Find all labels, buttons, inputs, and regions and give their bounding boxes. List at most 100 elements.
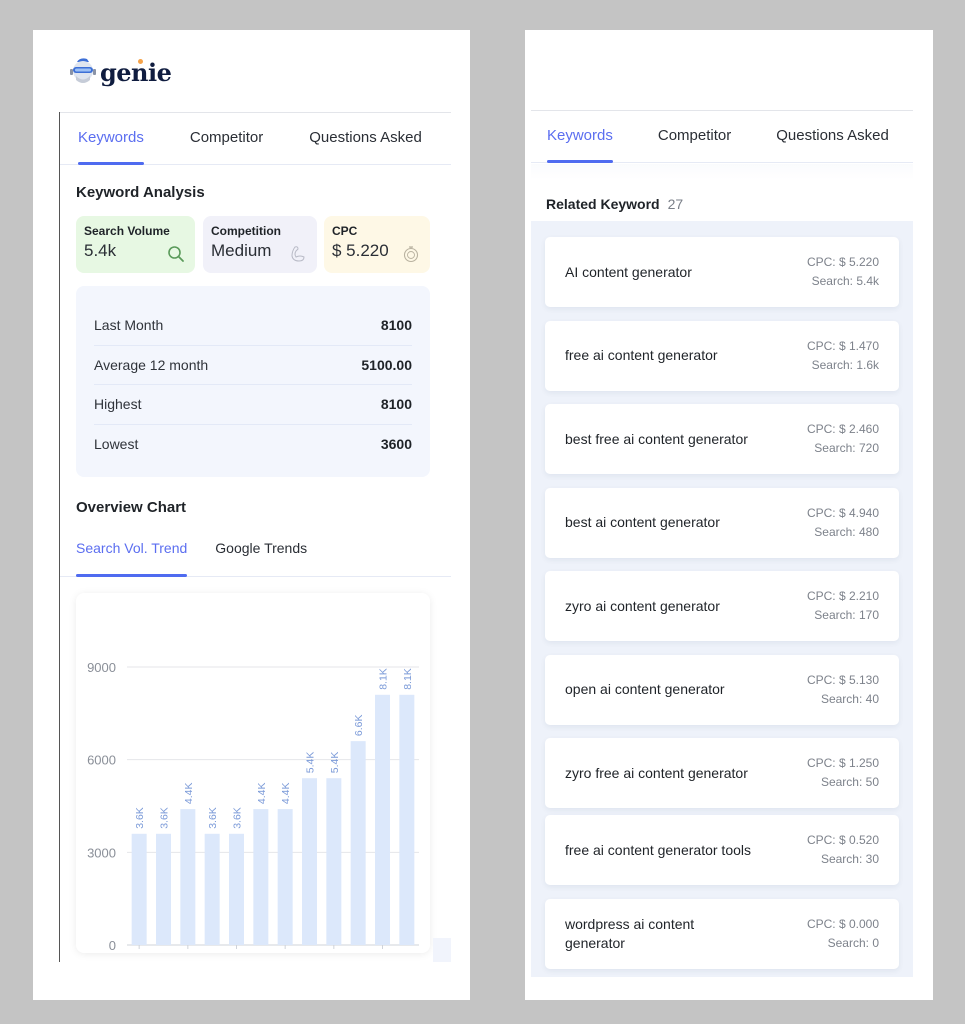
metric-row-last-month: Last Month 8100 — [94, 306, 412, 346]
bar — [204, 833, 220, 945]
keyword-metrics: CPC: $ 2.210 Search: 170 — [807, 587, 879, 625]
search-volume-label: Search Volume — [84, 224, 170, 238]
related-keyword-item[interactable]: wordpress ai content generator CPC: $ 0.0… — [545, 898, 899, 969]
keyword-metrics: CPC: $ 1.250 Search: 50 — [807, 754, 879, 792]
metric-label: Last Month — [94, 317, 164, 334]
main-tabs: Keywords Competitor Questions Asked — [531, 111, 913, 163]
related-keyword-item[interactable]: free ai content generator CPC: $ 1.470 Sea… — [545, 320, 899, 391]
keyword-search-volume: Search: 30 — [820, 852, 879, 866]
keyword-cpc: CPC: $ 2.210 — [806, 589, 879, 603]
bar-chart: 03000600090003.6K8/213.6K4.4K10/213.6K3.… — [87, 660, 419, 953]
bar — [131, 833, 147, 945]
keyword-text: zyro free ai content generator — [565, 764, 748, 781]
bar-data-label: 3.6K — [232, 807, 244, 829]
metric-label: Average 12 month — [94, 356, 209, 373]
keyword-cpc: CPC: $ 1.250 — [806, 756, 879, 770]
keyword-metrics: CPC: $ 5.130 Search: 40 — [807, 671, 879, 709]
metric-label: Highest — [94, 396, 142, 413]
bar — [326, 778, 342, 945]
keyword-search-volume: Search: 1.6k — [811, 357, 879, 372]
brand-dot — [138, 59, 143, 64]
bar — [375, 694, 390, 945]
y-tick-label: 3000 — [87, 845, 116, 860]
bar — [180, 809, 196, 945]
coin-timer-icon — [403, 246, 419, 263]
related-keyword-item[interactable]: best ai content generator CPC: $ 4.940 Sea… — [545, 487, 899, 558]
bar — [156, 833, 171, 945]
metric-value: 5100.00 — [361, 356, 412, 373]
keyword-panel-right: Keywords Competitor Questions Asked Rela… — [525, 30, 933, 1000]
related-keyword-item[interactable]: free ai content generator tools CPC: $ 0.… — [545, 815, 899, 885]
competition-card: Competition Medium — [203, 216, 317, 273]
related-keyword-item[interactable]: best free ai content generator CPC: $ 2.4… — [545, 404, 899, 474]
flexed-arm-icon — [291, 246, 305, 262]
search-volume-card: Search Volume 5.4k — [76, 216, 195, 273]
y-tick-label: 9000 — [87, 660, 116, 675]
bar-data-label: 4.4K — [280, 782, 292, 804]
tab-search-vol-trend[interactable]: Search Vol. Trend — [76, 525, 188, 577]
keyword-text: best ai content generator — [565, 514, 720, 530]
keyword-cpc: CPC: $ 0.520 — [806, 833, 879, 847]
metric-label: Lowest — [94, 436, 139, 453]
keyword-cpc: CPC: $ 1.470 — [806, 338, 879, 353]
tab-questions-asked[interactable]: Questions Asked — [309, 113, 422, 164]
bar-data-label: 4.4K — [183, 782, 195, 804]
bar — [229, 833, 244, 945]
metric-row-lowest: Lowest 3600 — [94, 425, 412, 465]
chart-tabs: Search Vol. Trend Google Trends — [60, 525, 451, 577]
tab-keywords[interactable]: Keywords — [78, 113, 144, 165]
keyword-search-volume: Search: 170 — [814, 608, 879, 622]
keyword-analysis-title: Keyword Analysis — [76, 184, 205, 201]
keyword-metrics-box: Last Month 8100 Average 12 month 5100.00… — [76, 286, 430, 477]
related-keyword-item[interactable]: AI content generator CPC: $ 5.220 Search: … — [545, 237, 899, 307]
keyword-cpc: CPC: $ 4.940 — [806, 505, 879, 520]
metric-value: 3600 — [380, 436, 412, 453]
keyword-search-volume: Search: 5.4k — [811, 274, 879, 288]
related-keyword-item[interactable]: zyro free ai content generator CPC: $ 1.2… — [545, 738, 899, 808]
keyword-search-volume: Search: 50 — [820, 775, 879, 789]
keyword-search-volume: Search: 480 — [814, 524, 879, 539]
keyword-panel-left: genie Keywords Competitor Questions Aske… — [33, 30, 470, 1000]
competition-label: Competition — [211, 224, 281, 238]
logo: genie — [68, 55, 172, 89]
keyword-text: open ai content generator — [565, 681, 725, 697]
bar-data-label: 5.4K — [329, 752, 341, 774]
overview-chart-title: Overview Chart — [76, 499, 187, 516]
related-keyword-item[interactable]: open ai content generator CPC: $ 5.130 Sea… — [545, 654, 899, 725]
keyword-metrics: CPC: $ 1.470 Search: 1.6k — [807, 337, 879, 375]
bar — [253, 809, 269, 945]
keyword-text: free ai content generator tools — [565, 841, 752, 858]
robot-mascot-icon — [70, 58, 96, 83]
tab-keywords[interactable]: Keywords — [547, 111, 613, 163]
search-volume-chart: 03000600090003.6K8/213.6K4.4K10/213.6K3.… — [76, 593, 430, 953]
keyword-text: zyro ai content generator — [565, 597, 720, 614]
search-icon — [168, 246, 184, 262]
tab-google-trends[interactable]: Google Trends — [215, 525, 307, 576]
keyword-search-volume: Search: 0 — [827, 935, 879, 950]
keyword-cpc: CPC: $ 5.220 — [806, 255, 879, 269]
metric-value: 8100 — [380, 396, 412, 413]
bar — [350, 741, 366, 945]
tab-competitor[interactable]: Competitor — [190, 113, 263, 164]
tab-competitor[interactable]: Competitor — [658, 111, 731, 162]
keyword-search-volume: Search: 720 — [814, 441, 879, 455]
cpc-card: CPC $ 5.220 — [324, 216, 430, 273]
y-tick-label: 6000 — [87, 753, 116, 768]
bar — [277, 809, 293, 945]
bar-data-label: 3.6K — [159, 807, 171, 829]
bar-data-label: 6.6K — [353, 715, 365, 737]
tab-questions-asked[interactable]: Questions Asked — [776, 111, 889, 162]
related-keyword-count: 27 — [667, 196, 684, 212]
keyword-metrics: CPC: $ 0.520 Search: 30 — [807, 831, 879, 869]
main-tabs: Keywords Competitor Questions Asked — [60, 113, 451, 165]
bar-data-label: 4.4K — [256, 782, 268, 804]
related-keyword-item[interactable]: zyro ai content generator CPC: $ 2.210 Sea… — [545, 571, 899, 641]
keyword-search-volume: Search: 40 — [820, 691, 879, 706]
brand-name: genie — [100, 57, 172, 87]
bar — [302, 778, 317, 945]
related-keyword-header: Related Keyword 27 — [546, 196, 683, 212]
scroll-edge — [433, 938, 451, 962]
keyword-metrics: CPC: $ 5.220 Search: 5.4k — [807, 253, 879, 291]
related-keyword-list[interactable]: AI content generator CPC: $ 5.220 Search: … — [531, 221, 913, 977]
keyword-cpc: CPC: $ 0.000 — [806, 916, 879, 931]
